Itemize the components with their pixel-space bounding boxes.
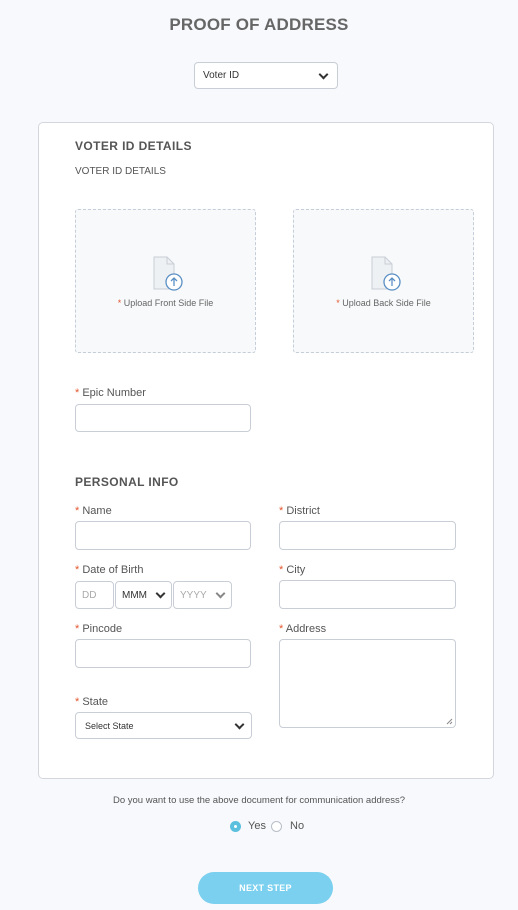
epic-number-input[interactable]: [75, 404, 251, 432]
file-upload-icon: [153, 256, 183, 291]
document-type-value: Voter ID: [203, 70, 240, 81]
name-input[interactable]: [75, 521, 251, 550]
dob-year-select[interactable]: YYYY: [173, 581, 232, 609]
pincode-input[interactable]: [75, 639, 251, 668]
upload-back-label: * Upload Back Side File: [336, 298, 431, 308]
upload-back-dropzone[interactable]: * Upload Back Side File: [293, 209, 474, 353]
required-marker: *: [336, 298, 340, 308]
epic-number-label: * Epic Number: [75, 387, 146, 399]
communication-question: Do you want to use the above document fo…: [112, 795, 406, 806]
chevron-down-icon: [155, 588, 166, 599]
file-upload-icon: [371, 256, 401, 291]
upload-front-dropzone[interactable]: * Upload Front Side File: [75, 209, 256, 353]
address-label: * Address: [279, 623, 327, 635]
upload-front-label: * Upload Front Side File: [117, 298, 214, 308]
state-label: * State: [75, 696, 109, 708]
pincode-label: * Pincode: [75, 623, 123, 635]
dob-day-input[interactable]: DD: [75, 581, 114, 609]
name-label: * Name: [75, 505, 112, 517]
radio-no[interactable]: [271, 821, 282, 832]
radio-no-label[interactable]: No: [290, 820, 304, 832]
dob-month-select[interactable]: MMM: [115, 581, 172, 609]
voter-section-title: VOTER ID DETAILS: [75, 139, 192, 153]
document-type-select[interactable]: Voter ID: [194, 62, 338, 89]
district-input[interactable]: [279, 521, 456, 550]
chevron-down-icon: [234, 719, 245, 730]
page-title: PROOF OF ADDRESS: [169, 15, 349, 34]
personal-section-title: PERSONAL INFO: [75, 475, 179, 489]
dob-label: * Date of Birth: [75, 564, 144, 576]
state-select[interactable]: Select State: [75, 712, 252, 739]
radio-yes[interactable]: [230, 821, 241, 832]
chevron-down-icon: [318, 69, 329, 80]
chevron-down-icon: [215, 588, 226, 599]
radio-yes-label[interactable]: Yes: [248, 820, 266, 832]
district-label: * District: [279, 505, 320, 517]
resize-grip-icon[interactable]: [446, 718, 453, 725]
address-textarea[interactable]: [279, 639, 456, 728]
next-step-button[interactable]: NEXT STEP: [198, 872, 333, 904]
voter-section-subtitle: VOTER ID DETAILS: [75, 166, 166, 177]
city-input[interactable]: [279, 580, 456, 609]
city-label: * City: [279, 564, 306, 576]
required-marker: *: [117, 298, 122, 308]
